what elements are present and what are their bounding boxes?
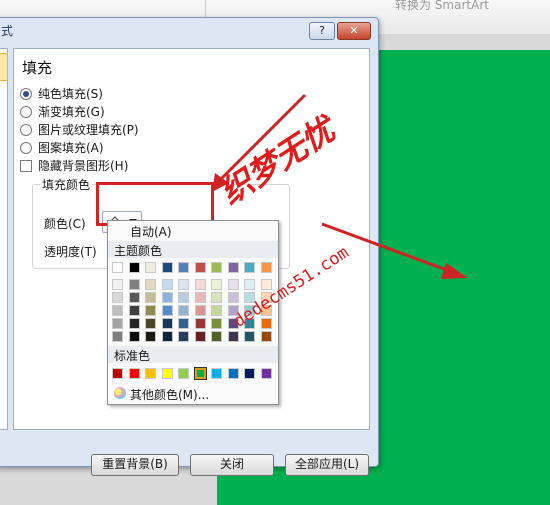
annotation-arrows: [212, 93, 468, 279]
arrow-head-right: [441, 263, 468, 279]
arrow-line-upper: [218, 93, 307, 182]
arrow-head-upper: [212, 173, 229, 192]
